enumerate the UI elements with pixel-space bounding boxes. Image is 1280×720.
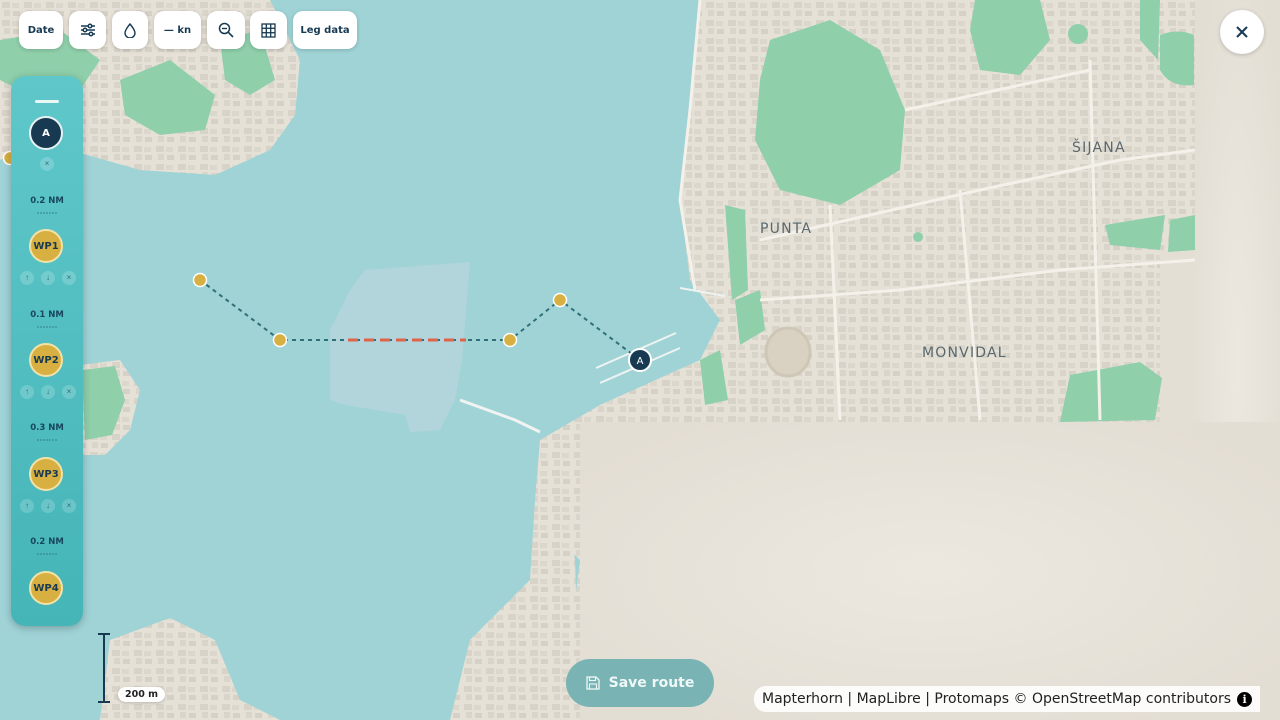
leg-data-button[interactable]: Leg data xyxy=(293,11,357,49)
grid-button[interactable] xyxy=(250,11,287,49)
speed-button[interactable]: — kn xyxy=(154,11,201,49)
move-down-button[interactable]: ↓ xyxy=(41,499,55,513)
waypoint-start[interactable]: A xyxy=(29,116,63,150)
place-label-punta: PUNTA xyxy=(760,221,813,237)
waypoint-wp3[interactable]: WP3 xyxy=(29,457,63,491)
waypoint-wp4[interactable]: WP4 xyxy=(29,571,63,605)
leg-divider-icon xyxy=(37,439,57,441)
info-icon[interactable]: i xyxy=(1237,691,1253,707)
move-up-button[interactable]: ↑ xyxy=(20,499,34,513)
remove-waypoint-button[interactable]: × xyxy=(62,385,76,399)
leg-distance: 0.3 NM xyxy=(30,423,64,433)
map-waypoint-marker xyxy=(552,292,568,308)
leg-divider-icon xyxy=(37,326,57,328)
move-up-button[interactable]: ↑ xyxy=(20,271,34,285)
remove-waypoint-button[interactable]: × xyxy=(62,271,76,285)
save-route-label: Save route xyxy=(608,675,695,691)
close-icon xyxy=(1236,26,1248,38)
save-route-button[interactable]: Save route xyxy=(566,659,714,707)
scale-bar xyxy=(98,633,110,703)
attribution-text[interactable]: Mapterhorn | MapLibre | Protomaps © Open… xyxy=(762,691,1231,707)
map-attribution: Mapterhorn | MapLibre | Protomaps © Open… xyxy=(754,686,1261,712)
leg-divider-icon xyxy=(37,212,57,214)
zoom-out-icon xyxy=(218,22,234,38)
date-button[interactable]: Date xyxy=(19,11,63,49)
map-waypoint-marker xyxy=(272,332,288,348)
map-canvas[interactable]: A xyxy=(0,0,1280,720)
leg-divider-icon xyxy=(37,553,57,555)
waypoint-wp1[interactable]: WP1 xyxy=(29,229,63,263)
drop-icon xyxy=(124,22,136,38)
drag-handle[interactable] xyxy=(35,100,59,103)
leg-distance: 0.2 NM xyxy=(30,537,64,547)
place-label-monvidal: MONVIDAL xyxy=(922,345,1007,361)
waypoint-wp2[interactable]: WP2 xyxy=(29,343,63,377)
remove-waypoint-button[interactable]: × xyxy=(62,499,76,513)
grid-icon xyxy=(261,22,276,38)
move-down-button[interactable]: ↓ xyxy=(41,271,55,285)
leg-distance: 0.2 NM xyxy=(30,196,64,206)
remove-waypoint-button[interactable]: × xyxy=(40,157,54,171)
filter-button[interactable] xyxy=(69,11,106,49)
floppy-disk-icon xyxy=(585,676,600,690)
leg-distance: 0.1 NM xyxy=(30,310,64,320)
map-waypoint-marker xyxy=(502,332,518,348)
zoom-out-button[interactable] xyxy=(207,11,245,49)
move-up-button[interactable]: ↑ xyxy=(20,385,34,399)
close-button[interactable] xyxy=(1220,10,1264,54)
sliders-icon xyxy=(80,23,95,37)
route-panel: A × 0.2 NM WP1 ↑ ↓ × 0.1 NM WP2 ↑ ↓ × 0.… xyxy=(11,76,83,626)
scale-label: 200 m xyxy=(118,687,166,702)
move-down-button[interactable]: ↓ xyxy=(41,385,55,399)
place-label-sijana: ŠIJANA xyxy=(1072,140,1126,156)
depth-button[interactable] xyxy=(112,11,148,49)
map-waypoint-marker xyxy=(192,272,208,288)
map-start-marker-label: A xyxy=(637,356,644,367)
